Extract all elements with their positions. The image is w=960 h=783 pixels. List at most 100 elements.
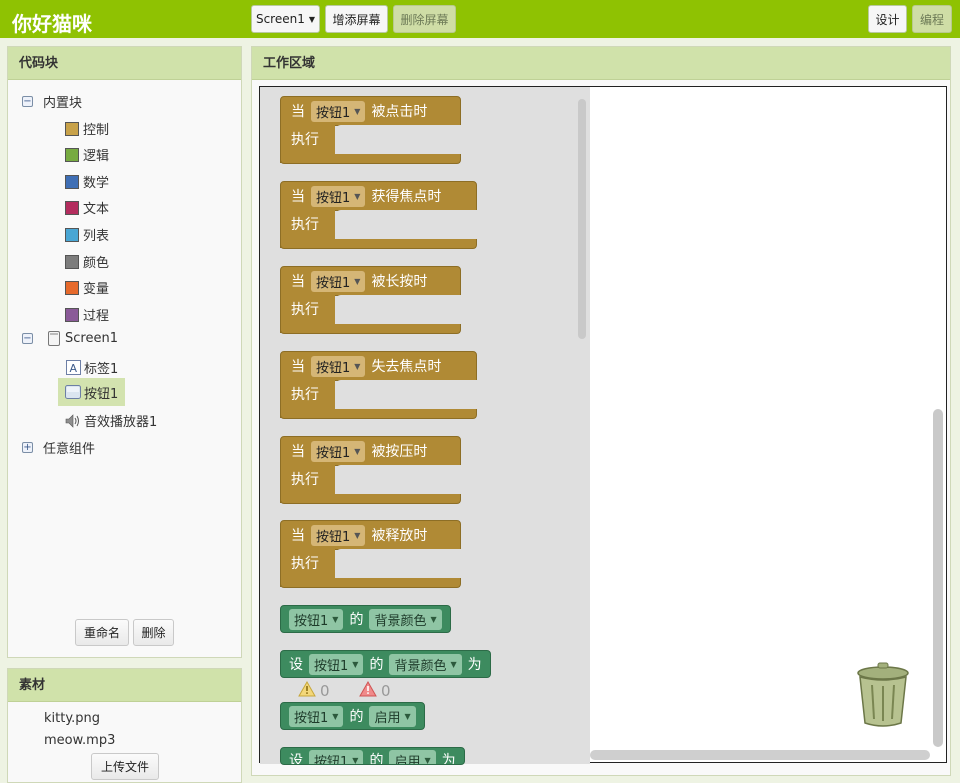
tree-item-math[interactable]: 数学: [65, 172, 109, 191]
property-dropdown[interactable]: 背景颜色 ▼: [369, 608, 442, 630]
dropdown-value: 按钮1: [314, 755, 349, 765]
tree-item-logic[interactable]: 逻辑: [65, 145, 109, 164]
media-file[interactable]: kitty.png: [44, 711, 100, 726]
dropdown-arrow-icon: ▼: [354, 361, 361, 371]
workspace-title: 工作区域: [252, 47, 950, 80]
block-keyword: 为: [441, 753, 456, 765]
dropdown-value: 按钮1: [316, 190, 351, 206]
tree-item-colors[interactable]: 颜色: [65, 252, 109, 271]
dropdown-arrow-icon: ▼: [352, 659, 359, 669]
block-keyword: 的: [349, 612, 364, 628]
component-dropdown[interactable]: 按钮1 ▼: [311, 100, 366, 122]
tree-component-label1[interactable]: A 标签1: [65, 358, 118, 377]
property-dropdown[interactable]: 背景颜色 ▼: [389, 653, 462, 675]
tree-any-component-label: 任意组件: [43, 442, 96, 457]
trash-can-icon[interactable]: [856, 659, 910, 729]
setter-block-enabled[interactable]: 设 按钮1 ▼ 的 启用 ▼ 为: [280, 747, 465, 765]
block-keyword: 执行: [291, 217, 319, 233]
tree-any-component[interactable]: + 任意组件: [22, 438, 95, 457]
tree-item-text[interactable]: 文本: [65, 198, 109, 217]
tree-item-label: 控制: [83, 123, 110, 138]
block-keyword: 的: [369, 753, 384, 765]
component-dropdown[interactable]: 按钮1 ▼: [311, 270, 366, 292]
setter-block-backgroundcolor[interactable]: 设 按钮1 ▼ 的 背景颜色 ▼ 为: [280, 650, 491, 678]
blocks-editor-button[interactable]: 编程: [912, 5, 952, 33]
tree-item-lists[interactable]: 列表: [65, 225, 109, 244]
math-color-icon: [65, 174, 79, 189]
dropdown-value: 按钮1: [316, 529, 351, 545]
block-keyword: 执行: [291, 132, 319, 148]
blocks-panel: 代码块: [7, 46, 242, 658]
tree-component-label: 音效播放器1: [84, 415, 158, 430]
designer-button[interactable]: 设计: [868, 5, 907, 33]
component-dropdown[interactable]: 按钮1 ▼: [289, 608, 344, 630]
tree-item-procedures[interactable]: 过程: [65, 305, 109, 324]
screen-select[interactable]: Screen1 ▼: [251, 5, 320, 33]
blocks-workspace[interactable]: 当 按钮1▼ 被点击时 执行 当 按钮1▼ 获得焦点时 执行 当 按钮1▼: [259, 86, 947, 765]
block-keyword: 执行: [291, 302, 319, 318]
media-file[interactable]: meow.mp3: [44, 733, 115, 748]
dropdown-value: 按钮1: [316, 275, 351, 291]
blocks-flyout: 当 按钮1▼ 被点击时 执行 当 按钮1▼ 获得焦点时 执行 当 按钮1▼: [260, 87, 590, 765]
property-dropdown[interactable]: 启用 ▼: [389, 750, 436, 765]
dropdown-arrow-icon: ▼: [332, 711, 339, 721]
dropdown-arrow-icon: ▼: [404, 711, 411, 721]
block-keyword: 当: [291, 528, 305, 544]
tree-item-variables[interactable]: 变量: [65, 278, 109, 297]
dropdown-value: 启用: [374, 710, 401, 726]
getter-block-enabled[interactable]: 按钮1 ▼ 的 启用 ▼: [280, 702, 425, 730]
rename-button[interactable]: 重命名: [75, 619, 129, 646]
tree-item-label: 颜色: [83, 256, 110, 271]
tree-screen[interactable]: − Screen1: [22, 331, 118, 346]
block-keyword: 的: [369, 657, 384, 673]
upload-file-button[interactable]: 上传文件: [91, 753, 159, 780]
tree-component-label: 标签1: [84, 362, 119, 377]
tree-builtin-label: 内置块: [43, 96, 83, 111]
top-bar: 你好猫咪 Screen1 ▼ 增添屏幕 删除屏幕 设计 编程: [0, 0, 960, 38]
tree-item-control[interactable]: 控制: [65, 119, 109, 138]
dropdown-value: 背景颜色: [394, 658, 447, 674]
tree-component-button1[interactable]: 按钮1: [58, 378, 126, 406]
workspace-horizontal-scrollbar[interactable]: [590, 750, 930, 760]
collapse-icon[interactable]: −: [22, 96, 33, 107]
event-name: 被按压时: [371, 444, 428, 460]
add-screen-button[interactable]: 增添屏幕: [325, 5, 388, 33]
block-keyword: 当: [291, 274, 305, 290]
error-count: 0: [381, 682, 391, 700]
remove-screen-button[interactable]: 删除屏幕: [393, 5, 456, 33]
delete-button[interactable]: 删除: [133, 619, 174, 646]
block-keyword: 设: [289, 753, 303, 765]
component-dropdown[interactable]: 按钮1 ▼: [311, 185, 366, 207]
tree-component-sound1[interactable]: 音效播放器1: [65, 411, 157, 430]
dropdown-value: 按钮1: [316, 360, 351, 376]
dropdown-arrow-icon: ▼: [354, 106, 361, 116]
collapse-icon[interactable]: −: [22, 333, 33, 344]
error-indicator[interactable]: 0: [359, 680, 391, 701]
component-dropdown[interactable]: 按钮1 ▼: [311, 440, 366, 462]
component-dropdown[interactable]: 按钮1 ▼: [289, 705, 344, 727]
dropdown-value: 启用: [394, 755, 421, 765]
dropdown-arrow-icon: ▼: [354, 276, 361, 286]
tree-component-label: 按钮1: [84, 386, 119, 402]
warning-icon: [298, 680, 316, 701]
component-dropdown[interactable]: 按钮1 ▼: [311, 355, 366, 377]
component-dropdown[interactable]: 按钮1 ▼: [309, 750, 364, 765]
expand-icon[interactable]: +: [22, 442, 33, 453]
block-keyword: 为: [467, 657, 482, 673]
dropdown-value: 按钮1: [316, 105, 351, 121]
tree-item-label: 列表: [83, 229, 110, 244]
component-dropdown[interactable]: 按钮1 ▼: [311, 524, 366, 546]
warning-indicator[interactable]: 0: [298, 680, 330, 701]
event-name: 被释放时: [371, 528, 428, 544]
dropdown-arrow-icon: ▼: [354, 446, 361, 456]
property-dropdown[interactable]: 启用 ▼: [369, 705, 416, 727]
flyout-scrollbar[interactable]: [578, 99, 586, 339]
workspace-vertical-scrollbar[interactable]: [933, 409, 943, 747]
tree-item-label: 变量: [83, 282, 110, 297]
dropdown-value: 按钮1: [294, 710, 329, 726]
getter-block-backgroundcolor[interactable]: 按钮1 ▼ 的 背景颜色 ▼: [280, 605, 451, 633]
event-name: 被点击时: [371, 104, 428, 120]
tree-builtin[interactable]: − 内置块: [22, 92, 82, 111]
component-dropdown[interactable]: 按钮1 ▼: [309, 653, 364, 675]
lists-color-icon: [65, 227, 79, 242]
